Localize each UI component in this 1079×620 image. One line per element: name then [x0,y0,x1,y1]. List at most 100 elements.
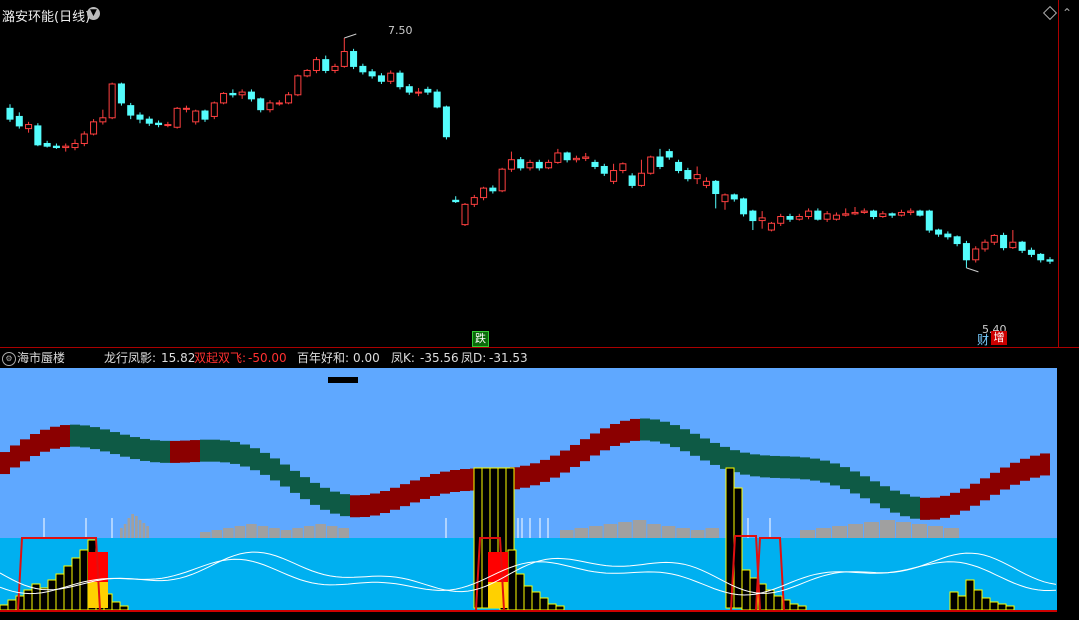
candle[interactable] [294,74,302,97]
candle[interactable] [15,112,23,129]
candle[interactable] [99,109,107,125]
candle[interactable] [127,102,135,120]
candle[interactable] [80,131,88,147]
candle[interactable] [647,155,655,175]
candle[interactable] [805,208,813,220]
candle[interactable] [303,69,311,78]
candle[interactable] [164,121,172,128]
candle[interactable] [229,89,237,98]
candle[interactable] [266,100,274,113]
candle[interactable] [786,213,794,222]
candle[interactable] [155,120,163,128]
candle[interactable] [312,56,320,74]
candle[interactable] [368,69,376,79]
candle[interactable] [507,151,515,172]
candle[interactable] [972,246,980,263]
candle[interactable] [340,38,348,68]
candle[interactable] [1037,253,1045,263]
candle[interactable] [563,151,571,163]
candle[interactable] [814,208,822,221]
candle[interactable] [387,70,395,84]
candle[interactable] [600,163,608,176]
candle[interactable] [117,82,125,106]
candle[interactable] [43,140,51,148]
candle[interactable] [433,89,441,109]
candle[interactable] [925,209,933,233]
candle[interactable] [350,48,358,70]
candle[interactable] [684,167,692,182]
candle[interactable] [730,193,738,202]
candle[interactable] [610,163,618,185]
candle[interactable] [1027,247,1035,258]
candle[interactable] [201,109,209,122]
candle[interactable] [470,194,478,208]
candle[interactable] [1046,257,1054,264]
candle[interactable] [554,148,562,164]
candle[interactable] [452,196,460,203]
candle[interactable] [396,70,404,90]
candle[interactable] [535,159,543,171]
candle[interactable] [656,148,664,170]
candle[interactable] [442,105,450,140]
candle[interactable] [693,166,701,185]
candle[interactable] [962,240,970,268]
candle[interactable] [377,73,385,84]
candle[interactable] [517,157,525,171]
candle[interactable] [71,139,79,151]
candle[interactable] [25,121,33,133]
candle[interactable] [888,212,896,218]
candle[interactable] [712,180,720,209]
candle[interactable] [628,173,636,189]
candle[interactable] [1009,230,1017,249]
candle[interactable] [34,123,42,147]
candle[interactable] [702,177,710,189]
indicator-settings-icon[interactable]: ⚙ [2,352,16,366]
main-candlestick-chart[interactable]: 潞安环能(日线) ▼ ⌃ 7.50 5.40 跌 财 增 [0,0,1079,347]
candle[interactable] [860,208,868,214]
candle[interactable] [879,211,887,218]
candle[interactable] [907,208,915,216]
signal-badge-cai[interactable]: 财 [977,331,989,348]
candle[interactable] [721,193,729,210]
signal-badge-die[interactable]: 跌 [472,331,489,347]
candle[interactable] [275,100,283,106]
candle[interactable] [405,83,413,95]
candle[interactable] [461,202,469,226]
candle[interactable] [637,159,645,187]
candle[interactable] [740,197,748,217]
candle[interactable] [238,89,246,99]
candle[interactable] [331,63,339,74]
candle[interactable] [247,89,255,102]
indicator-canvas[interactable] [0,368,1079,616]
candle[interactable] [220,92,228,105]
candle[interactable] [832,212,840,221]
candle[interactable] [359,63,367,75]
candle[interactable] [182,105,190,113]
candle[interactable] [322,55,330,74]
candle[interactable] [758,211,766,229]
candle[interactable] [591,159,599,170]
candle[interactable] [851,207,859,216]
candle[interactable] [842,208,850,217]
kline-canvas[interactable] [0,0,1079,347]
candle[interactable] [665,148,673,160]
candle[interactable] [675,159,683,174]
candle[interactable] [136,112,144,124]
signal-badge-zeng[interactable]: 增 [991,331,1007,345]
candle[interactable] [1000,232,1008,251]
candle[interactable] [935,228,943,237]
candle[interactable] [90,119,98,136]
candle[interactable] [6,104,14,122]
candle[interactable] [749,209,757,231]
candle[interactable] [424,86,432,95]
candle[interactable] [795,213,803,221]
candle[interactable] [285,92,293,105]
indicator-chart[interactable] [0,368,1079,616]
candle[interactable] [944,231,952,240]
candle[interactable] [62,143,70,152]
candle[interactable] [953,235,961,247]
candle[interactable] [480,186,488,201]
candle[interactable] [916,209,924,217]
candle[interactable] [489,185,497,194]
candle[interactable] [870,209,878,220]
